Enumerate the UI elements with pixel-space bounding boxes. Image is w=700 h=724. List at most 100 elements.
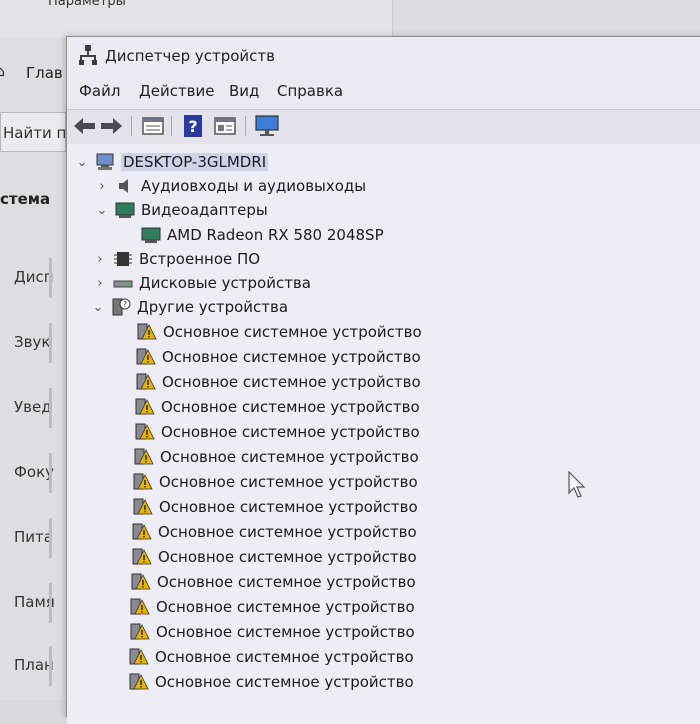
device-base-system-device[interactable]: Основное системное устройство xyxy=(129,670,414,694)
warning-device-icon xyxy=(134,448,154,465)
device-base-system-device[interactable]: Основное системное устройство xyxy=(137,320,422,344)
device-manager-window: Диспетчер устройств Файл Действие Вид Сп… xyxy=(66,36,700,724)
menu-action[interactable]: Действие xyxy=(139,82,215,100)
toolbar-separator xyxy=(245,116,246,136)
menu-file[interactable]: Файл xyxy=(79,82,120,100)
chevron-right-icon[interactable]: › xyxy=(91,252,109,267)
unknown-device-icon: ? xyxy=(112,298,131,316)
warning-device-icon xyxy=(135,398,155,415)
disk-drive-icon xyxy=(113,280,133,288)
settings-titlebar-right xyxy=(392,0,700,38)
device-base-system-device[interactable]: Основное системное устройство xyxy=(136,370,421,394)
menu-bar: Файл Действие Вид Справка xyxy=(67,77,700,109)
settings-divider xyxy=(49,258,52,298)
tree-category-other[interactable]: ⌄ ? Другие устройства xyxy=(89,295,289,319)
device-label: Основное системное устройство xyxy=(162,373,421,391)
help-icon[interactable]: ? xyxy=(181,115,205,137)
device-base-system-device[interactable]: Основное системное устройство xyxy=(134,445,419,469)
settings-divider xyxy=(49,453,52,493)
warning-device-icon xyxy=(136,348,156,365)
chevron-right-icon[interactable]: › xyxy=(93,179,111,194)
warning-device-icon xyxy=(132,548,152,565)
properties-grid-icon[interactable] xyxy=(141,115,165,137)
display-adapter-icon xyxy=(141,227,161,243)
settings-divider xyxy=(49,323,52,363)
device-base-system-device[interactable]: Основное системное устройство xyxy=(132,520,417,544)
warning-device-icon xyxy=(136,373,156,390)
back-arrow-icon[interactable] xyxy=(73,115,97,137)
settings-window-title: Параметры xyxy=(48,0,126,9)
settings-home-label: Глав xyxy=(26,64,63,82)
chevron-down-icon[interactable]: ⌄ xyxy=(73,155,91,170)
device-label: Основное системное устройство xyxy=(155,648,414,666)
device-amd-radeon[interactable]: AMD Radeon RX 580 2048SP xyxy=(141,223,384,247)
settings-section-title: стема xyxy=(0,190,51,208)
device-base-system-device[interactable]: Основное системное устройство xyxy=(132,545,417,569)
device-base-system-device[interactable]: Основное системное устройство xyxy=(130,620,415,644)
device-manager-titlebar[interactable]: Диспетчер устройств xyxy=(67,37,700,77)
device-base-system-device[interactable]: Основное системное устройство xyxy=(136,345,421,369)
device-label: Основное системное устройство xyxy=(156,598,415,616)
category-label: Другие устройства xyxy=(137,298,289,316)
menu-view[interactable]: Вид xyxy=(229,82,259,100)
warning-device-icon xyxy=(130,598,150,615)
firmware-chip-icon xyxy=(114,252,132,266)
settings-nav-item[interactable]: Дисп xyxy=(14,268,54,286)
device-label: Основное системное устройство xyxy=(158,548,417,566)
home-icon: ⌂ xyxy=(0,64,5,80)
device-label: Основное системное устройство xyxy=(161,423,420,441)
tree-category-firmware[interactable]: › Встроенное ПО xyxy=(91,247,260,271)
computer-icon xyxy=(96,153,114,170)
settings-search-input[interactable]: Найти п xyxy=(0,112,66,152)
device-tree: ⌄ DESKTOP-3GLMDRI › Аудиовходы и аудиовы… xyxy=(67,144,700,724)
device-base-system-device[interactable]: Основное системное устройство xyxy=(131,570,416,594)
tree-category-display[interactable]: ⌄ Видеоадаптеры xyxy=(93,198,268,222)
warning-device-icon xyxy=(129,673,149,690)
device-label: Основное системное устройство xyxy=(158,523,417,541)
chevron-right-icon[interactable]: › xyxy=(91,276,109,291)
tree-category-audio[interactable]: › Аудиовходы и аудиовыходы xyxy=(93,174,366,198)
device-base-system-device[interactable]: Основное системное устройство xyxy=(133,495,418,519)
view-list-icon[interactable] xyxy=(213,115,237,137)
settings-divider xyxy=(49,388,52,428)
monitor-scan-icon[interactable] xyxy=(255,115,279,137)
warning-device-icon xyxy=(135,423,155,440)
settings-divider xyxy=(49,583,52,623)
device-label: Основное системное устройство xyxy=(155,673,414,691)
device-label: Основное системное устройство xyxy=(162,348,421,366)
device-label: Основное системное устройство xyxy=(159,498,418,516)
settings-nav-item[interactable]: Звук xyxy=(14,333,50,351)
forward-arrow-icon[interactable] xyxy=(99,115,123,137)
warning-device-icon xyxy=(131,573,151,590)
category-label: Видеоадаптеры xyxy=(141,201,268,219)
svg-text:?: ? xyxy=(123,300,127,309)
device-manager-title: Диспетчер устройств xyxy=(105,47,276,65)
svg-text:?: ? xyxy=(188,117,197,136)
display-adapter-icon xyxy=(115,202,135,218)
settings-divider xyxy=(49,646,52,686)
device-base-system-device[interactable]: Основное системное устройство xyxy=(135,420,420,444)
device-base-system-device[interactable]: Основное системное устройство xyxy=(130,595,415,619)
device-label: Основное системное устройство xyxy=(159,473,418,491)
device-base-system-device[interactable]: Основное системное устройство xyxy=(135,395,420,419)
chevron-down-icon[interactable]: ⌄ xyxy=(89,300,107,315)
menu-help[interactable]: Справка xyxy=(277,82,343,100)
toolbar-separator xyxy=(131,116,132,136)
device-base-system-device[interactable]: Основное системное устройство xyxy=(133,470,418,494)
category-label: Аудиовходы и аудиовыходы xyxy=(141,177,367,195)
device-label: Основное системное устройство xyxy=(156,623,415,641)
mouse-cursor-icon xyxy=(568,471,586,498)
computer-name: DESKTOP-3GLMDRI xyxy=(121,153,269,171)
tree-category-disks[interactable]: › Дисковые устройства xyxy=(91,271,311,295)
settings-nav-item[interactable]: План xyxy=(14,656,54,674)
warning-device-icon xyxy=(129,648,149,665)
device-label: Основное системное устройство xyxy=(161,398,420,416)
settings-nav-item[interactable]: Увед xyxy=(14,398,52,416)
settings-nav-item[interactable]: Пита xyxy=(14,528,53,546)
device-base-system-device[interactable]: Основное системное устройство xyxy=(129,645,414,669)
device-label: Основное системное устройство xyxy=(160,448,419,466)
chevron-down-icon[interactable]: ⌄ xyxy=(93,203,111,218)
device-label: AMD Radeon RX 580 2048SP xyxy=(167,226,384,244)
speaker-icon xyxy=(119,179,128,193)
tree-root[interactable]: ⌄ DESKTOP-3GLMDRI xyxy=(73,150,269,174)
